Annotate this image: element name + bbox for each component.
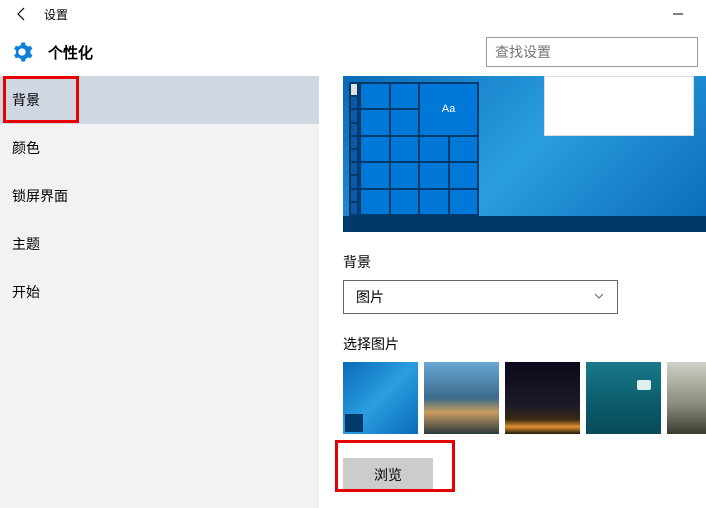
preview-tile-aa: Aa xyxy=(420,84,477,135)
thumbnail-2[interactable] xyxy=(424,362,499,434)
header-title: 个性化 xyxy=(48,42,93,63)
header: 个性化 xyxy=(0,28,706,76)
search-box[interactable] xyxy=(486,37,698,67)
browse-label: 浏览 xyxy=(374,465,402,485)
arrow-left-icon xyxy=(14,6,30,22)
window-controls xyxy=(658,0,698,28)
gear-icon xyxy=(8,38,36,66)
sidebar-item-label: 开始 xyxy=(12,282,40,302)
sidebar-item-start[interactable]: 开始 xyxy=(0,268,319,316)
search-input[interactable] xyxy=(495,44,689,60)
titlebar: 设置 xyxy=(0,0,706,28)
sidebar: 背景 颜色 锁屏界面 主题 开始 xyxy=(0,76,319,508)
sidebar-item-background[interactable]: 背景 xyxy=(0,76,319,124)
window-title: 设置 xyxy=(44,6,68,23)
sidebar-item-label: 背景 xyxy=(12,90,40,110)
thumbnail-5[interactable] xyxy=(667,362,706,434)
sidebar-item-label: 主题 xyxy=(12,234,40,254)
preview-window xyxy=(544,76,694,136)
browse-button[interactable]: 浏览 xyxy=(343,458,433,492)
back-button[interactable] xyxy=(8,0,36,28)
preview-taskbar xyxy=(343,216,706,232)
thumbnail-3[interactable] xyxy=(505,362,580,434)
background-label: 背景 xyxy=(343,252,706,272)
minimize-button[interactable] xyxy=(658,0,698,28)
desktop-preview: Aa xyxy=(343,76,706,232)
choose-picture-label: 选择图片 xyxy=(343,334,706,354)
sidebar-item-label: 颜色 xyxy=(12,138,40,158)
preview-start-menu: Aa xyxy=(349,82,479,216)
thumbnail-4[interactable] xyxy=(586,362,661,434)
sidebar-item-lockscreen[interactable]: 锁屏界面 xyxy=(0,172,319,220)
picture-thumbnails xyxy=(343,362,706,434)
sidebar-item-colors[interactable]: 颜色 xyxy=(0,124,319,172)
background-dropdown[interactable]: 图片 xyxy=(343,280,618,314)
content: Aa 背景 图片 选择图片 浏览 xyxy=(319,76,706,508)
thumbnail-1[interactable] xyxy=(343,362,418,434)
dropdown-value: 图片 xyxy=(356,287,384,307)
sidebar-item-label: 锁屏界面 xyxy=(12,186,68,206)
chevron-down-icon xyxy=(593,289,605,305)
sidebar-item-themes[interactable]: 主题 xyxy=(0,220,319,268)
minimize-icon xyxy=(672,8,684,20)
